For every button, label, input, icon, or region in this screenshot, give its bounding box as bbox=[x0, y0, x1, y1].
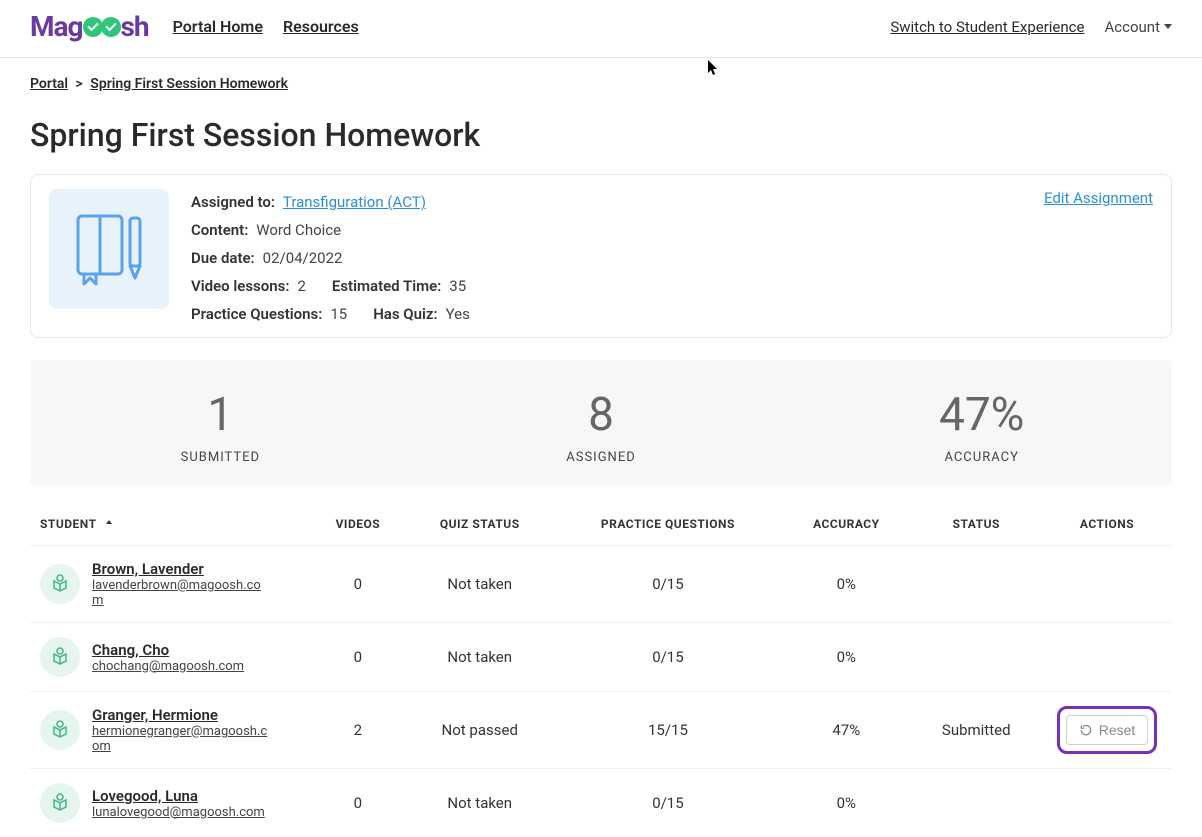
assignment-panel: Assigned to: Transfiguration (ACT) Conte… bbox=[30, 174, 1172, 338]
stat-assigned: 8 ASSIGNED bbox=[411, 388, 792, 465]
cell-accuracy: 0% bbox=[782, 623, 910, 692]
top-header: Mag sh Portal Home Resources Switch to S… bbox=[0, 0, 1202, 58]
cell-videos: 0 bbox=[310, 623, 406, 692]
student-name-link[interactable]: Granger, Hermione bbox=[92, 706, 218, 724]
book-pencil-icon bbox=[64, 204, 154, 294]
content-value: Word Choice bbox=[256, 221, 341, 239]
cell-status: Submitted bbox=[910, 692, 1042, 769]
estimated-time-label: Estimated Time: bbox=[332, 277, 441, 295]
logo-text: Mag sh bbox=[30, 10, 149, 43]
col-videos[interactable]: VIDEOS bbox=[310, 495, 406, 546]
reset-highlight: Reset bbox=[1057, 706, 1158, 754]
col-actions: ACTIONS bbox=[1042, 495, 1172, 546]
content-label: Content: bbox=[191, 221, 248, 239]
cell-videos: 2 bbox=[310, 692, 406, 769]
cell-status bbox=[910, 546, 1042, 623]
nav-resources[interactable]: Resources bbox=[283, 17, 359, 36]
practice-questions-label: Practice Questions: bbox=[191, 305, 322, 323]
chevron-down-icon bbox=[1164, 24, 1172, 29]
cell-accuracy: 0% bbox=[782, 769, 910, 837]
page-title: Spring First Session Homework bbox=[30, 116, 1172, 154]
video-lessons-label: Video lessons: bbox=[191, 277, 289, 295]
stat-submitted-label: SUBMITTED bbox=[30, 450, 411, 465]
cell-practice-questions: 15/15 bbox=[554, 692, 782, 769]
students-table: STUDENT VIDEOS QUIZ STATUS PRACTICE QUES… bbox=[30, 495, 1172, 837]
logo[interactable]: Mag sh bbox=[30, 10, 149, 43]
logo-check-icon bbox=[83, 17, 103, 37]
edit-assignment-link[interactable]: Edit Assignment bbox=[1044, 189, 1153, 207]
stat-submitted-value: 1 bbox=[30, 388, 411, 442]
stats-bar: 1 SUBMITTED 8 ASSIGNED 47% ACCURACY bbox=[30, 360, 1172, 485]
stat-submitted: 1 SUBMITTED bbox=[30, 388, 411, 465]
col-quiz-status[interactable]: QUIZ STATUS bbox=[406, 495, 554, 546]
student-avatar-icon bbox=[40, 564, 80, 604]
table-row: Chang, Chochochang@magoosh.com 0Not taken… bbox=[30, 623, 1172, 692]
cell-quiz-status: Not taken bbox=[406, 546, 554, 623]
stat-accuracy-label: ACCURACY bbox=[791, 450, 1172, 465]
cell-quiz-status: Not taken bbox=[406, 769, 554, 837]
cell-actions: Reset bbox=[1042, 692, 1172, 769]
col-student[interactable]: STUDENT bbox=[30, 495, 310, 546]
student-email-link[interactable]: lavenderbrown@magoosh.com bbox=[92, 578, 272, 608]
cell-accuracy: 47% bbox=[782, 692, 910, 769]
stat-accuracy: 47% ACCURACY bbox=[791, 388, 1172, 465]
cell-status bbox=[910, 623, 1042, 692]
cell-quiz-status: Not taken bbox=[406, 623, 554, 692]
stat-assigned-label: ASSIGNED bbox=[411, 450, 792, 465]
col-status[interactable]: STATUS bbox=[910, 495, 1042, 546]
cell-practice-questions: 0/15 bbox=[554, 546, 782, 623]
video-lessons-value: 2 bbox=[297, 277, 305, 295]
stat-assigned-value: 8 bbox=[411, 388, 792, 442]
student-avatar-icon bbox=[40, 783, 80, 823]
logo-check-icon bbox=[101, 17, 121, 37]
col-practice-questions[interactable]: PRACTICE QUESTIONS bbox=[554, 495, 782, 546]
cell-practice-questions: 0/15 bbox=[554, 623, 782, 692]
assignment-info: Assigned to: Transfiguration (ACT) Conte… bbox=[191, 189, 470, 323]
student-name-link[interactable]: Chang, Cho bbox=[92, 641, 169, 659]
switch-experience-link[interactable]: Switch to Student Experience bbox=[890, 18, 1084, 36]
student-name-link[interactable]: Brown, Lavender bbox=[92, 560, 204, 578]
stat-accuracy-value: 47% bbox=[791, 388, 1172, 442]
has-quiz-label: Has Quiz: bbox=[373, 305, 437, 323]
student-avatar-icon bbox=[40, 637, 80, 677]
cell-actions bbox=[1042, 769, 1172, 837]
cell-accuracy: 0% bbox=[782, 546, 910, 623]
cell-practice-questions: 0/15 bbox=[554, 769, 782, 837]
student-email-link[interactable]: lunalovegood@magoosh.com bbox=[92, 805, 265, 820]
cell-videos: 0 bbox=[310, 546, 406, 623]
breadcrumb-current[interactable]: Spring First Session Homework bbox=[90, 76, 288, 92]
student-avatar-icon bbox=[40, 710, 80, 750]
cell-status bbox=[910, 769, 1042, 837]
right-nav: Switch to Student Experience Account bbox=[890, 18, 1172, 36]
table-row: Brown, Lavenderlavenderbrown@magoosh.com… bbox=[30, 546, 1172, 623]
student-name-link[interactable]: Lovegood, Luna bbox=[92, 787, 198, 805]
assigned-to-label: Assigned to: bbox=[191, 193, 275, 211]
cell-videos: 0 bbox=[310, 769, 406, 837]
cell-quiz-status: Not passed bbox=[406, 692, 554, 769]
student-email-link[interactable]: hermionegranger@magoosh.com bbox=[92, 724, 272, 754]
practice-questions-value: 15 bbox=[330, 305, 347, 323]
reset-button[interactable]: Reset bbox=[1066, 715, 1149, 745]
nav-portal-home[interactable]: Portal Home bbox=[173, 17, 263, 36]
col-accuracy[interactable]: ACCURACY bbox=[782, 495, 910, 546]
table-row: Lovegood, Lunalunalovegood@magoosh.com 0N… bbox=[30, 769, 1172, 837]
cell-actions bbox=[1042, 546, 1172, 623]
due-date-value: 02/04/2022 bbox=[263, 249, 343, 267]
cell-actions bbox=[1042, 623, 1172, 692]
table-row: Granger, Hermionehermionegranger@magoosh… bbox=[30, 692, 1172, 769]
assigned-to-link[interactable]: Transfiguration (ACT) bbox=[283, 193, 426, 211]
breadcrumb-portal[interactable]: Portal bbox=[30, 76, 68, 92]
has-quiz-value: Yes bbox=[446, 305, 470, 323]
estimated-time-value: 35 bbox=[449, 277, 466, 295]
assignment-icon bbox=[49, 189, 169, 309]
breadcrumb: Portal > Spring First Session Homework bbox=[30, 58, 1172, 100]
student-email-link[interactable]: chochang@magoosh.com bbox=[92, 659, 244, 674]
account-dropdown[interactable]: Account bbox=[1104, 18, 1172, 36]
sort-asc-icon bbox=[104, 517, 114, 531]
main-nav: Portal Home Resources bbox=[173, 17, 359, 36]
breadcrumb-separator: > bbox=[76, 76, 83, 92]
due-date-label: Due date: bbox=[191, 249, 255, 267]
